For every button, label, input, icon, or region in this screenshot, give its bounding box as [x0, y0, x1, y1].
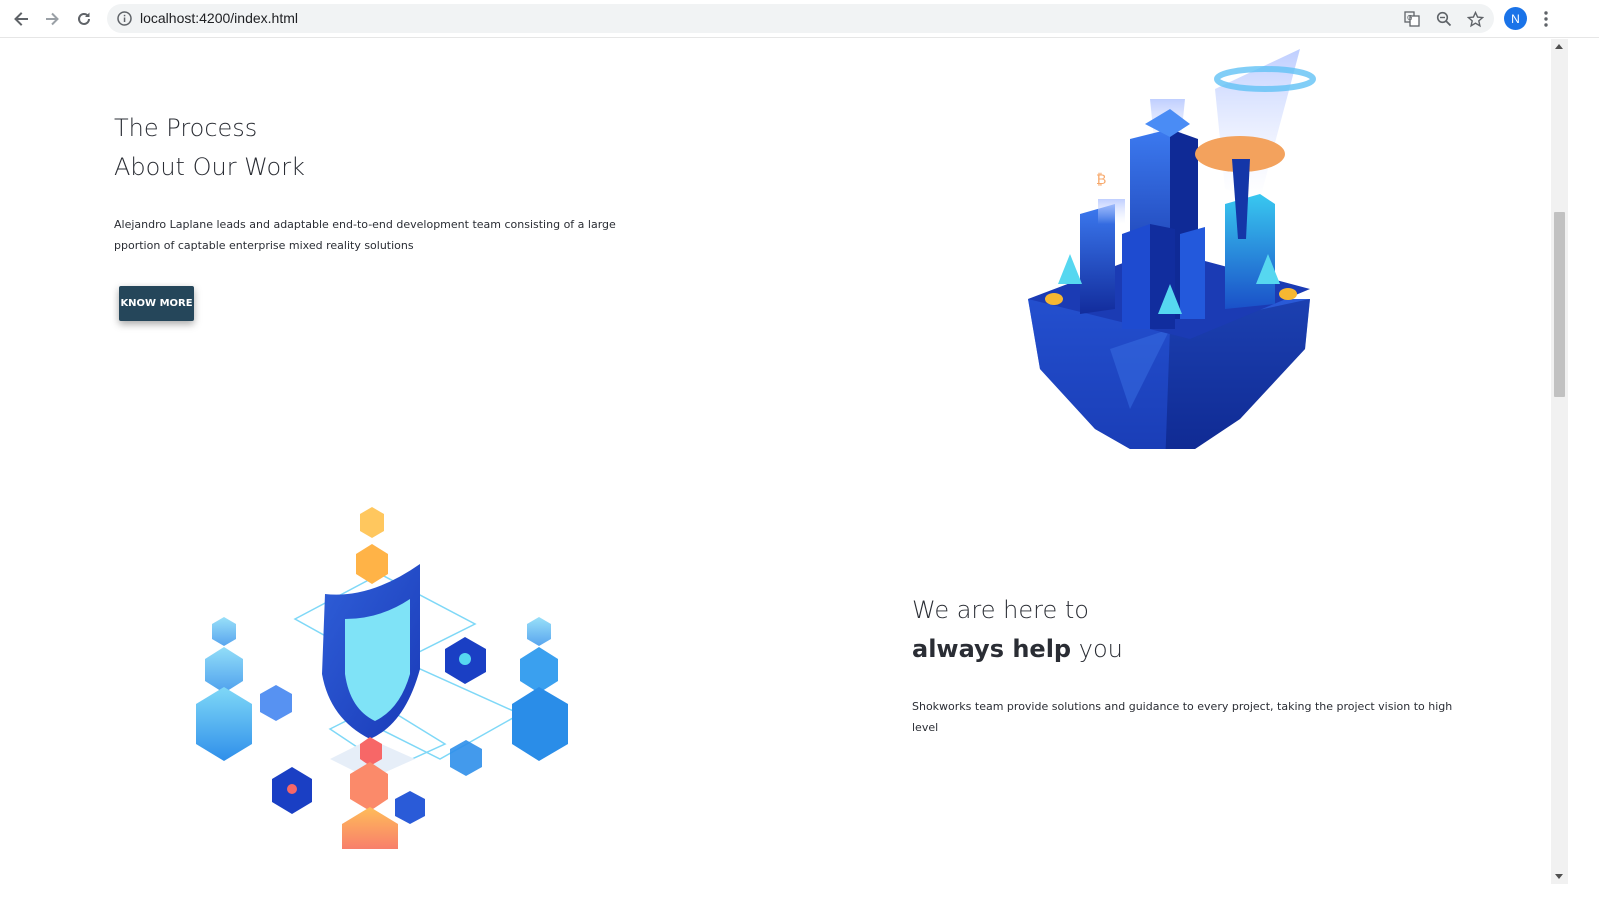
svg-text:₿: ₿: [1096, 172, 1106, 188]
back-arrow-icon[interactable]: [9, 7, 33, 31]
zoom-icon[interactable]: [1435, 10, 1453, 28]
url-text[interactable]: localhost:4200/index.html: [140, 10, 298, 26]
forward-arrow-icon[interactable]: [40, 7, 64, 31]
help-title-line2: always help you: [912, 629, 1123, 669]
process-description: Alejandro Laplane leads and adaptable en…: [114, 218, 616, 252]
floating-island-city-illustration: ₿: [1028, 49, 1316, 449]
know-more-button[interactable]: KNOW MORE: [119, 286, 194, 321]
help-description: Shokworks team provide solutions and gui…: [912, 700, 1453, 734]
profile-avatar[interactable]: N: [1504, 7, 1527, 30]
reload-icon[interactable]: [72, 7, 96, 31]
scroll-down-arrow-icon[interactable]: [1555, 874, 1563, 879]
address-bar[interactable]: localhost:4200/index.html G: [107, 4, 1494, 33]
help-title-rest: you: [1071, 635, 1123, 663]
translate-icon[interactable]: G: [1403, 10, 1421, 28]
cut-off-text: . . . .: [738, 877, 958, 884]
page-viewport: The Process About Our Work Alejandro Lap…: [0, 39, 1551, 884]
scroll-up-arrow-icon[interactable]: [1555, 44, 1563, 49]
svg-text:G: G: [1407, 14, 1412, 22]
blockchain-shield-illustration: [196, 507, 568, 849]
help-title-bold: always help: [912, 635, 1072, 663]
scrollbar-thumb[interactable]: [1554, 212, 1565, 397]
browser-toolbar: localhost:4200/index.html G N: [0, 0, 1599, 38]
window-bottom-edge: [0, 884, 1599, 900]
process-title-line2: About Our Work: [114, 153, 305, 181]
info-icon[interactable]: [117, 11, 132, 31]
process-title-line1: The Process: [114, 114, 258, 142]
help-title-line1: We are here to: [912, 596, 1089, 624]
kebab-menu-icon[interactable]: [1538, 7, 1554, 31]
star-icon[interactable]: [1466, 10, 1484, 28]
page-scrollbar[interactable]: [1551, 39, 1568, 884]
